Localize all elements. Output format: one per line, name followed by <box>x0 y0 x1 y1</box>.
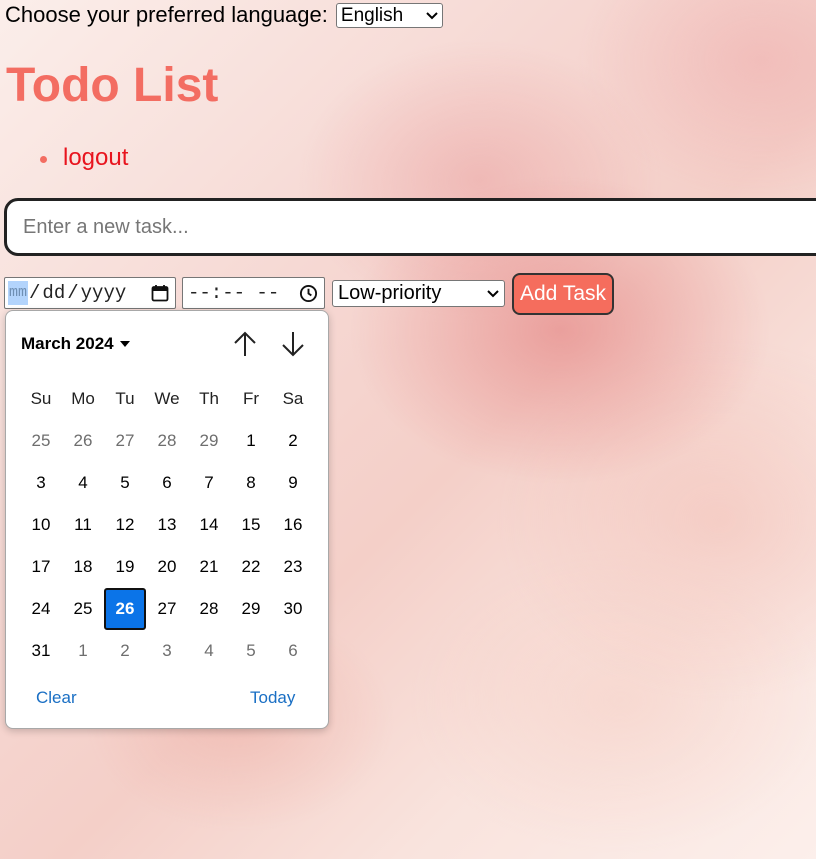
calendar-week-row: 3456789 <box>20 462 314 504</box>
calendar-day[interactable]: 3 <box>146 630 188 672</box>
weekday-label: Mo <box>71 389 95 408</box>
calendar-day[interactable]: 5 <box>230 630 272 672</box>
calendar-day[interactable]: 6 <box>146 462 188 504</box>
chevron-down-icon <box>487 289 499 297</box>
calendar-day[interactable]: 30 <box>272 588 314 630</box>
calendar-day[interactable]: 11 <box>62 504 104 546</box>
language-select[interactable]: English <box>335 3 443 28</box>
bullet-icon <box>40 155 47 163</box>
calendar-day[interactable]: 28 <box>188 588 230 630</box>
weekday-label: Sa <box>282 389 304 408</box>
nav-item: logout <box>40 144 128 172</box>
next-month-arrow-icon[interactable] <box>278 329 308 359</box>
time-input[interactable]: --:-- -- <box>182 277 325 309</box>
calendar-day[interactable]: 26 <box>62 420 104 462</box>
language-row: Choose your preferred language: English <box>5 1 443 28</box>
calendar-day[interactable]: 2 <box>104 630 146 672</box>
calendar-day[interactable]: 2 <box>272 420 314 462</box>
date-input[interactable]: mm / dd / yyyy <box>4 277 176 309</box>
calendar-day[interactable]: 1 <box>230 420 272 462</box>
logout-link[interactable]: logout <box>63 144 128 172</box>
date-separator: / <box>67 282 79 304</box>
language-label: Choose your preferred language: <box>5 1 328 27</box>
add-task-button[interactable]: Add Task <box>512 273 614 315</box>
page-title: Todo List <box>6 59 219 112</box>
calendar-day[interactable]: 22 <box>230 546 272 588</box>
clock-icon[interactable] <box>299 284 318 303</box>
date-month-segment[interactable]: mm <box>8 281 29 305</box>
priority-selected-value: Low-priority <box>338 282 442 304</box>
clear-button[interactable]: Clear <box>36 688 77 708</box>
weekday-label: Th <box>199 389 219 408</box>
date-day-segment[interactable]: dd <box>41 282 66 304</box>
caret-down-icon <box>119 341 130 347</box>
calendar-day[interactable]: 23 <box>272 546 314 588</box>
calendar-day[interactable]: 15 <box>230 504 272 546</box>
weekday-label: Su <box>30 389 52 408</box>
language-selected-value: English <box>340 4 404 26</box>
calendar-day[interactable]: 28 <box>146 420 188 462</box>
weekday-header-row: Su Mo Tu We Th Fr Sa <box>20 378 314 420</box>
calendar-day[interactable]: 29 <box>188 420 230 462</box>
calendar-day[interactable]: 27 <box>104 420 146 462</box>
calendar-day[interactable]: 20 <box>146 546 188 588</box>
calendar-day[interactable]: 21 <box>188 546 230 588</box>
calendar-day[interactable]: 7 <box>188 462 230 504</box>
weekday-label: We <box>154 389 180 408</box>
calendar-week-row: 10 11 12 13 14 15 16 <box>20 504 314 546</box>
previous-month-arrow-icon[interactable] <box>230 329 260 359</box>
calendar-day[interactable]: 17 <box>20 546 62 588</box>
calendar-day[interactable]: 1 <box>62 630 104 672</box>
today-button[interactable]: Today <box>250 688 295 708</box>
calendar-day[interactable]: 19 <box>104 546 146 588</box>
date-year-segment[interactable]: yyyy <box>80 282 128 304</box>
calendar-day[interactable]: 6 <box>272 630 314 672</box>
month-label: March 2024 <box>21 334 114 353</box>
calendar-day[interactable]: 3 <box>20 462 62 504</box>
calendar-week-row: 31 1 2 3 4 5 6 <box>20 630 314 672</box>
calendar-day[interactable]: 14 <box>188 504 230 546</box>
calendar-day-selected[interactable]: 26 <box>104 588 146 630</box>
calendar-day[interactable]: 4 <box>188 630 230 672</box>
calendar-day[interactable]: 13 <box>146 504 188 546</box>
priority-select[interactable]: Low-priority <box>332 280 505 307</box>
calendar-day[interactable]: 25 <box>62 588 104 630</box>
calendar-icon[interactable] <box>151 284 169 302</box>
calendar-day[interactable]: 4 <box>62 462 104 504</box>
weekday-label: Fr <box>242 389 260 408</box>
calendar-day[interactable]: 10 <box>20 504 62 546</box>
calendar-day[interactable]: 9 <box>272 462 314 504</box>
task-input-placeholder: Enter a new task... <box>23 215 189 238</box>
calendar-week-row: 25 26 27 28 29 1 2 <box>20 420 314 462</box>
chevron-down-icon <box>426 11 438 19</box>
date-picker-popup: March 2024 Su Mo Tu We Th Fr Sa 25 26 27 28 29 1 2 3 4 5… <box>5 310 329 729</box>
calendar-day[interactable]: 25 <box>20 420 62 462</box>
calendar-day[interactable]: 31 <box>20 630 62 672</box>
calendar-grid: Su Mo Tu We Th Fr Sa 25 26 27 28 29 1 2 3 4 5 6 7 8 9 10 11 12 1… <box>20 378 314 672</box>
calendar-day[interactable]: 8 <box>230 462 272 504</box>
calendar-day[interactable]: 12 <box>104 504 146 546</box>
calendar-day[interactable]: 5 <box>104 462 146 504</box>
calendar-week-row: 17 18 19 20 21 22 23 <box>20 546 314 588</box>
date-separator: / <box>29 282 41 304</box>
calendar-day[interactable]: 29 <box>230 588 272 630</box>
task-input[interactable]: Enter a new task... <box>4 198 816 256</box>
month-year-selector[interactable]: March 2024 <box>21 334 130 354</box>
calendar-week-row: 24 25 26 27 28 29 30 <box>20 588 314 630</box>
calendar-day[interactable]: 27 <box>146 588 188 630</box>
nav-links: logout <box>40 144 128 172</box>
calendar-day[interactable]: 18 <box>62 546 104 588</box>
calendar-day[interactable]: 24 <box>20 588 62 630</box>
weekday-label: Tu <box>115 389 135 408</box>
time-placeholder: --:-- -- <box>188 282 280 304</box>
calendar-day[interactable]: 16 <box>272 504 314 546</box>
